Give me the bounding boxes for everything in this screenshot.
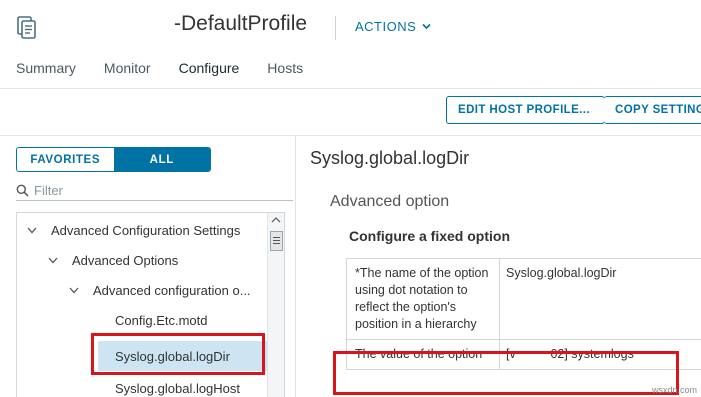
- copy-settings-button[interactable]: COPY SETTINGS: [604, 96, 701, 124]
- actions-menu-button[interactable]: ACTIONS: [355, 19, 431, 34]
- tree-node-label: Syslog.global.logHost: [115, 380, 241, 396]
- option-value-label: The value of the option: [347, 340, 500, 369]
- edit-host-profile-button[interactable]: EDIT HOST PROFILE...: [446, 96, 605, 124]
- tab-hosts[interactable]: Hosts: [267, 60, 303, 88]
- header-divider: [335, 16, 336, 40]
- chevron-down-icon: [422, 23, 431, 30]
- chevron-down-icon[interactable]: [48, 257, 58, 264]
- table-row: *The name of the option using dot notati…: [347, 259, 701, 340]
- tree-node-advanced-configuration-options[interactable]: Advanced configuration o...: [69, 277, 251, 303]
- filter-input[interactable]: [34, 182, 274, 198]
- filter-box: [16, 180, 293, 201]
- option-name-label: *The name of the option using dot notati…: [347, 259, 500, 339]
- option-name-value: Syslog.global.logDir: [506, 266, 617, 280]
- chevron-down-icon[interactable]: [69, 287, 79, 294]
- search-icon: [16, 184, 29, 197]
- option-heading: Syslog.global.logDir: [310, 148, 470, 168]
- tree-node-label: Advanced configuration o...: [93, 282, 251, 298]
- tree-node-label: Advanced Options: [72, 252, 179, 268]
- tree-node-label: Advanced Configuration Settings: [51, 222, 241, 238]
- tree-node-syslog-global-logdir[interactable]: Syslog.global.logDir: [98, 341, 270, 371]
- scroll-thumb[interactable]: [270, 231, 283, 251]
- chevron-down-icon[interactable]: [27, 227, 37, 234]
- tree-node-config-etc-motd[interactable]: Config.Etc.motd: [115, 307, 208, 333]
- favorites-all-toggle: FAVORITES ALL: [16, 147, 211, 172]
- option-value-field[interactable]: [v 02] systemlogs: [500, 340, 701, 369]
- tab-monitor[interactable]: Monitor: [104, 60, 151, 88]
- all-button[interactable]: ALL: [113, 148, 210, 171]
- toolbar-divider: [0, 135, 701, 136]
- table-row: The value of the option [v 02] systemlog…: [347, 340, 701, 370]
- settings-tree: Advanced Configuration Settings Advanced…: [16, 212, 285, 397]
- scroll-up-arrow-icon[interactable]: [271, 217, 281, 223]
- pane-splitter[interactable]: [295, 136, 296, 397]
- section-title: Configure a fixed option: [349, 228, 510, 244]
- redacted-name: [46, 6, 174, 46]
- favorites-button[interactable]: FAVORITES: [17, 148, 114, 171]
- host-profile-icon: [17, 16, 36, 39]
- host-profile-screen: -DefaultProfile ACTIONS Summary Monitor …: [0, 0, 701, 397]
- option-subheading: Advanced option: [330, 193, 450, 210]
- tree-scrollbar[interactable]: [267, 213, 284, 397]
- watermark: wsxdn.com: [651, 385, 697, 395]
- tree-node-label: Config.Etc.motd: [115, 312, 208, 328]
- tab-bar: Summary Monitor Configure Hosts: [16, 60, 331, 91]
- tree-node-advanced-configuration-settings[interactable]: Advanced Configuration Settings: [27, 217, 240, 243]
- tree-node-syslog-global-loghost[interactable]: Syslog.global.logHost: [115, 375, 240, 397]
- tree-node-label: Syslog.global.logDir: [115, 348, 230, 364]
- tree-node-advanced-options[interactable]: Advanced Options: [48, 247, 178, 273]
- tab-configure[interactable]: Configure: [178, 60, 240, 91]
- page-title: -DefaultProfile: [174, 12, 308, 35]
- option-table: *The name of the option using dot notati…: [346, 258, 701, 370]
- tab-summary[interactable]: Summary: [16, 60, 76, 88]
- actions-label: ACTIONS: [355, 19, 417, 34]
